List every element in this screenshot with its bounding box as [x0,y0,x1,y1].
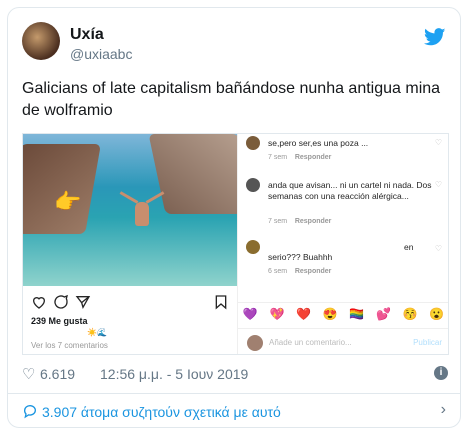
tweet-timestamp[interactable]: 12:56 μ.μ. - 5 Ιουν 2019 [100,366,248,382]
reaction-emoji: ❤️ [296,306,312,321]
reaction-bar: 💜 💖 ❤️ 😍 🏳️‍🌈 💕 😚 😮 [237,302,448,324]
comment-avatar [246,178,260,192]
twitter-bird-icon[interactable] [424,28,446,46]
reaction-emoji: 💖 [269,306,285,321]
pointing-hand-icon: 👉 [54,189,82,214]
like-count[interactable]: 6.619 [40,366,75,382]
comment-avatar [246,240,260,254]
view-comments: Ver los 7 comentarios [31,341,108,350]
comment-meta: 7 sem Responder [268,154,332,161]
add-comment-row: Añade un comentario... Publicar [237,328,448,354]
reaction-emoji: 💜 [242,306,258,321]
rock-right [148,134,237,214]
comment-icon [54,294,68,309]
bookmark-icon [215,295,227,310]
divider [8,393,460,394]
share-icon [75,296,91,310]
tweet-header: Uxía @uxiaabc [22,22,446,66]
small-emojis: ☀️🌊 [87,328,107,337]
comment-meta: 6 sem Responder [268,268,332,275]
chevron-right-icon[interactable]: › [441,401,446,419]
tweet-footer: ♡ 6.619 12:56 μ.μ. - 5 Ιουν 2019 i [22,364,448,384]
reaction-emoji: 😍 [322,306,338,321]
heart-icon [32,297,46,309]
user-handle[interactable]: @uxiaabc [70,46,132,62]
reaction-emoji: 😚 [402,306,418,321]
tweet-image[interactable]: 239 Me gusta ☀️🌊 Ver los 7 comentarios s… [22,133,449,355]
reaction-emoji: 💕 [375,306,391,321]
info-icon[interactable]: i [434,366,448,380]
tweet-text: Galicians of late capitalism bañándose n… [22,80,441,119]
tweet-card: Uxía @uxiaabc Galicians of late capitali… [7,7,461,428]
instagram-actions: 239 Me gusta ☀️🌊 Ver los 7 comentarios [23,286,237,354]
swimmer [135,202,149,226]
comment-meta: 7 sem Responder [268,218,332,225]
like-heart-icon[interactable]: ♡ [22,365,35,383]
comment-text: serio??? Buahhh [268,252,333,262]
comment-avatar [246,136,260,150]
avatar[interactable] [22,22,60,60]
publish-label: Publicar [413,338,442,347]
comment-text: anda que avisan... ni un cartel ni nada.… [268,180,432,201]
comment-heart-icon: ♡ [434,244,442,253]
reply-bubble-icon [23,405,36,419]
reaction-emoji: 🏳️‍🌈 [349,306,365,321]
add-comment-placeholder: Añade un comentario... [269,338,352,347]
user-name[interactable]: Uxía [70,26,104,44]
comment-text: se,pero ser,es una poza ... [268,138,369,148]
reaction-emoji: 😮 [429,306,445,321]
comment-avatar [247,335,263,351]
conversation-text[interactable]: 3.907 άτομα συζητούν σχετικά με αυτό [42,404,281,420]
instagram-likes: 239 Me gusta [31,316,88,326]
comment-heart-icon: ♡ [434,180,442,189]
conversation-link[interactable]: 3.907 άτομα συζητούν σχετικά με αυτό › [22,399,448,425]
comment-heart-icon: ♡ [434,138,442,147]
comment-extra: en [404,242,414,252]
swimmer-arm [119,191,139,204]
